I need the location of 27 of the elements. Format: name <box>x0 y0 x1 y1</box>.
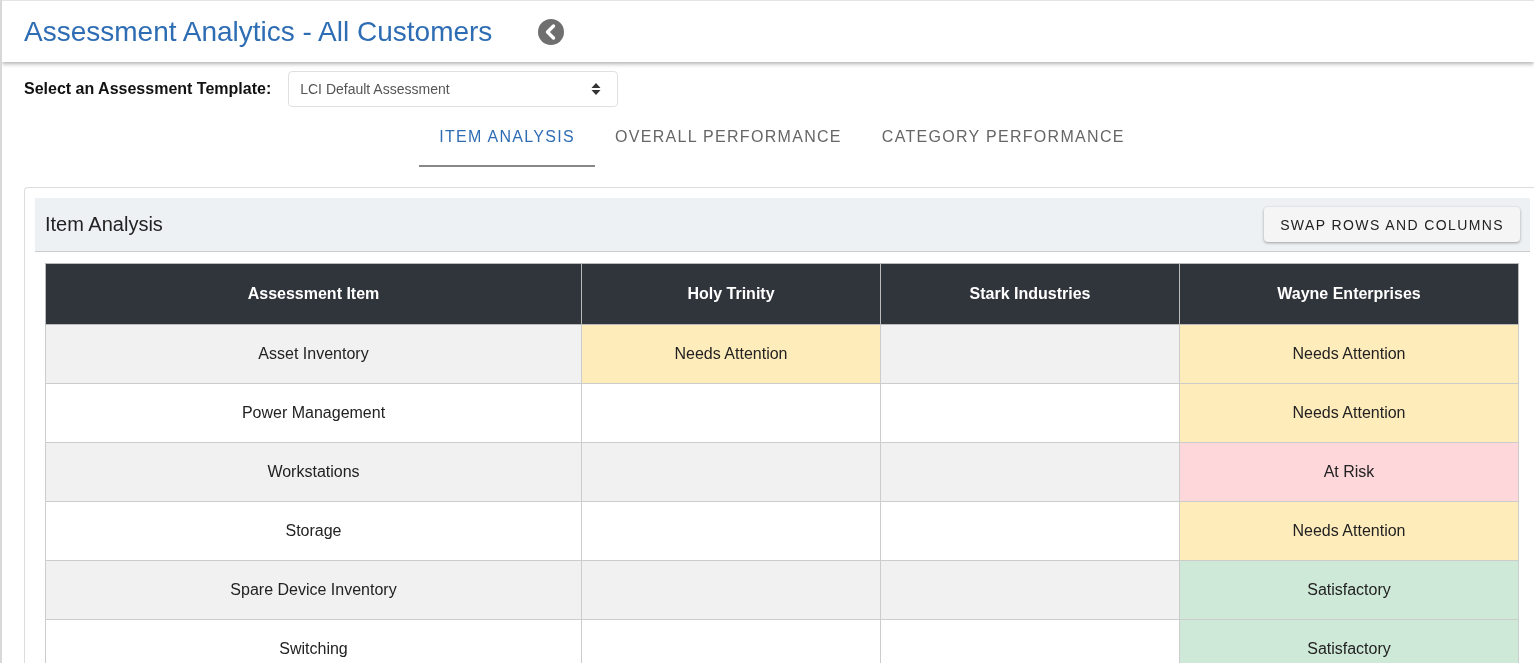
status-cell: Needs Attention <box>1179 501 1519 561</box>
swap-button[interactable]: SWAP ROWS AND COLUMNS <box>1264 207 1520 242</box>
panel-title: Item Analysis <box>45 213 163 236</box>
tab[interactable]: OVERALL PERFORMANCE <box>595 109 862 167</box>
table-cell: Storage <box>45 501 582 561</box>
column-header: Assessment Item <box>45 263 582 325</box>
template-select[interactable]: LCI Default Assessment <box>288 71 619 107</box>
table-cell: Asset Inventory <box>45 324 582 384</box>
status-cell: Needs Attention <box>1179 324 1519 384</box>
column-header: Stark Industries <box>880 263 1180 325</box>
status-cell: At Risk <box>1179 442 1519 502</box>
tab[interactable]: CATEGORY PERFORMANCE <box>861 109 1145 167</box>
table-cell: Power Management <box>45 383 582 443</box>
template-label: Select an Assessment Template: <box>24 80 272 98</box>
table-cell: Spare Device Inventory <box>45 560 582 620</box>
column-header: Wayne Enterprises <box>1179 263 1519 325</box>
status-cell: Satisfactory <box>1179 560 1519 620</box>
page-title: Assessment Analytics - All Customers <box>24 15 493 48</box>
status-cell: Satisfactory <box>1179 619 1519 663</box>
column-header: Holy Trinity <box>581 263 881 325</box>
table-cell: Workstations <box>45 442 582 502</box>
status-cell: Needs Attention <box>1179 383 1519 443</box>
sort-caret-icon <box>591 82 602 96</box>
status-cell: Needs Attention <box>581 324 881 384</box>
tab[interactable]: ITEM ANALYSIS <box>419 109 595 167</box>
table-cell: Switching <box>45 619 582 663</box>
back-icon[interactable] <box>538 18 565 45</box>
